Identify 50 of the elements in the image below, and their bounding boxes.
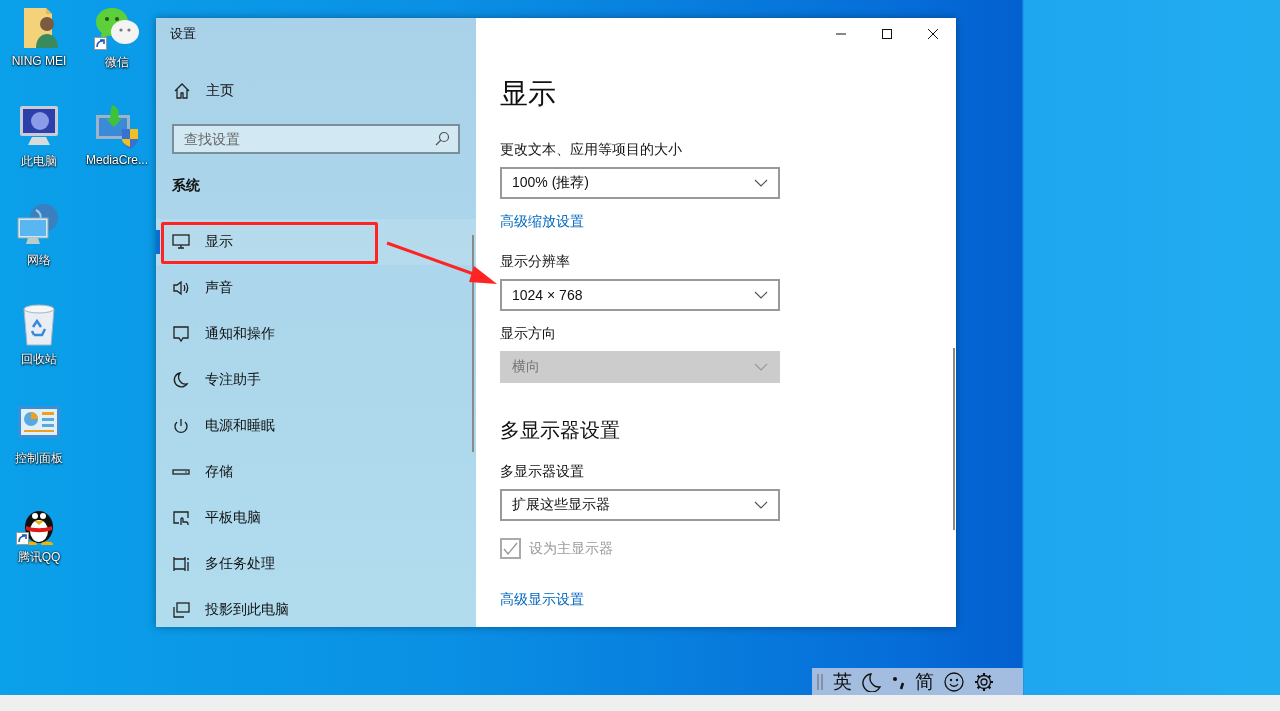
caret-icon xyxy=(754,501,768,509)
monitor-shield-icon[interactable] xyxy=(94,103,140,149)
tablet-hand-icon xyxy=(172,509,190,527)
nav-item[interactable]: 平板电脑 xyxy=(156,495,476,541)
window-title: 设置 xyxy=(169,25,197,43)
nav-item[interactable]: 投影到此电脑 xyxy=(156,587,476,627)
nav-item[interactable]: 显示 xyxy=(156,219,476,265)
search-field[interactable]: 查找设置 xyxy=(172,124,460,154)
nav-item[interactable]: 通知和操作 xyxy=(156,311,476,357)
settings-link[interactable]: 高级显示设置 xyxy=(500,589,584,609)
dropdown[interactable]: 1024 × 768 xyxy=(500,279,780,311)
settings-link[interactable]: 高级缩放设置 xyxy=(500,211,584,231)
dropdown[interactable]: 100% (推荐) xyxy=(500,167,780,199)
caret-icon xyxy=(754,291,768,299)
checkbox-label: 设为主显示器 xyxy=(529,539,613,558)
smiley-icon[interactable] xyxy=(944,671,964,692)
nav-item[interactable]: 声音 xyxy=(156,265,476,311)
home-nav-item[interactable]: 主页 xyxy=(156,67,476,115)
script-mode-button[interactable]: 简 xyxy=(915,670,934,693)
page-title: 显示 xyxy=(500,77,556,111)
grip-icon[interactable] xyxy=(817,671,823,692)
home-icon xyxy=(173,82,191,100)
search-icon[interactable] xyxy=(434,131,450,147)
nav-item[interactable]: 存储 xyxy=(156,449,476,495)
projector-icon xyxy=(172,601,190,619)
nav-item[interactable]: 电源和睡眠 xyxy=(156,403,476,449)
scrollbar-thumb[interactable] xyxy=(472,235,474,452)
setting-label: 更改文本、应用等项目的大小 xyxy=(500,140,682,159)
speaker-icon xyxy=(172,279,190,297)
scrollbar-thumb[interactable] xyxy=(953,348,955,530)
multitask-icon xyxy=(172,555,190,573)
monitor-icon xyxy=(172,233,190,251)
power-icon xyxy=(172,417,190,435)
close-icon xyxy=(928,29,938,39)
setting-label: 多显示器设置 xyxy=(500,462,584,481)
moon-icon[interactable] xyxy=(862,671,882,692)
section-heading: 系统 xyxy=(172,176,200,195)
caret-icon xyxy=(754,179,768,187)
section-heading: 多显示器设置 xyxy=(500,418,620,443)
nav-item[interactable]: 多任务处理 xyxy=(156,541,476,587)
input-language-button[interactable]: 英 xyxy=(833,670,852,693)
speech-bubble-icon xyxy=(172,325,190,343)
caret-icon xyxy=(754,363,768,371)
maximize-icon xyxy=(882,29,892,39)
moon-icon xyxy=(172,371,190,389)
setting-label: 显示方向 xyxy=(500,324,556,343)
dropdown[interactable]: 扩展这些显示器 xyxy=(500,489,780,521)
setting-label: 显示分辨率 xyxy=(500,252,570,271)
nav-item[interactable]: 专注助手 xyxy=(156,357,476,403)
settings-icon[interactable] xyxy=(974,671,994,692)
